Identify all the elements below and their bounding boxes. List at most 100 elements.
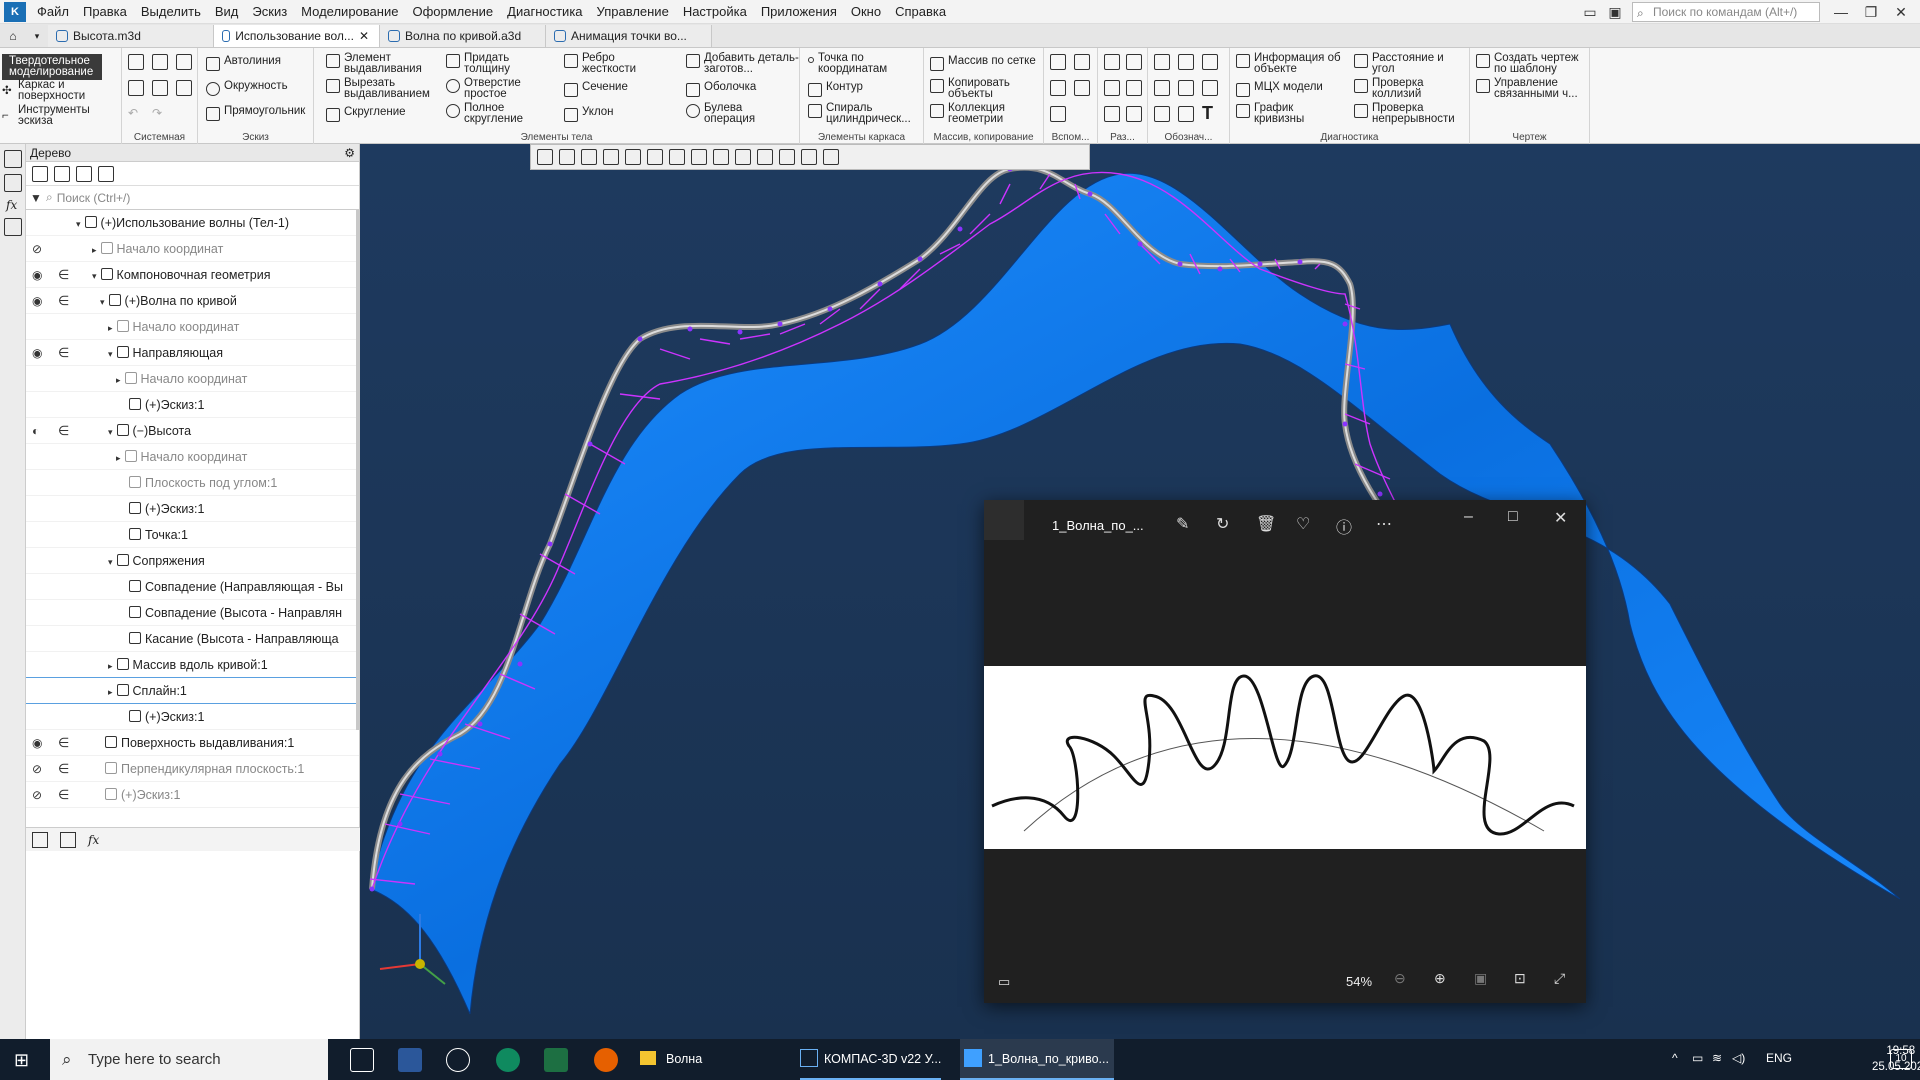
orient-icon[interactable] xyxy=(537,149,553,165)
thicken-button[interactable]: Придать толщину xyxy=(446,52,536,75)
info-icon[interactable]: ⓘ xyxy=(1336,514,1352,538)
fillet-button[interactable]: Скругление xyxy=(326,106,406,122)
symbol-icon[interactable] xyxy=(1178,106,1194,122)
chain-dim-icon[interactable] xyxy=(1126,106,1142,122)
redo-icon[interactable]: ↷ xyxy=(152,106,162,120)
print-icon[interactable] xyxy=(128,80,144,96)
tree-item[interactable]: ⊘ ∈ (+)Эскиз:1 xyxy=(26,782,359,808)
collapse-arrow-icon[interactable]: ▾ xyxy=(100,297,105,307)
properties-panel-icon[interactable] xyxy=(4,174,22,192)
distance-angle-button[interactable]: Расстояние и угол xyxy=(1354,52,1464,75)
close-tab-icon[interactable]: ✕ xyxy=(359,25,369,47)
expand-arrow-icon[interactable]: ▸ xyxy=(116,375,121,385)
windows-start-icon[interactable]: ⊞ xyxy=(14,1050,29,1071)
maximize-button[interactable]: □ xyxy=(1508,508,1518,526)
task-view-icon[interactable] xyxy=(350,1048,374,1072)
tree-item[interactable]: ▸ Массив вдоль кривой:1 xyxy=(26,652,359,678)
continuity-check-button[interactable]: Проверка непрерывности xyxy=(1354,102,1468,125)
helix-button[interactable]: Спираль цилиндрическ... xyxy=(808,102,922,125)
preview-icon[interactable] xyxy=(152,80,168,96)
tree-item[interactable]: ▸ Начало координат xyxy=(26,366,359,392)
filter-view-icon[interactable] xyxy=(779,149,795,165)
excel-icon[interactable] xyxy=(544,1048,568,1072)
command-search-input[interactable]: ⌕ Поиск по командам (Alt+/) xyxy=(1632,2,1820,22)
offset-plane-icon[interactable] xyxy=(1050,80,1066,96)
more-icon[interactable]: ⋯ xyxy=(1376,514,1392,534)
autoline-button[interactable]: Автолиния xyxy=(206,55,281,71)
edge-icon[interactable] xyxy=(496,1048,520,1072)
menu-item[interactable]: Управление xyxy=(590,0,676,24)
add-blank-button[interactable]: Добавить деталь-заготов... xyxy=(686,52,800,75)
expand-arrow-icon[interactable]: ▸ xyxy=(116,453,121,463)
minimize-button[interactable]: — xyxy=(1826,0,1856,24)
display-style-icon[interactable] xyxy=(647,149,663,165)
tree-filter-icon[interactable] xyxy=(98,165,114,182)
favorite-icon[interactable]: ♡ xyxy=(1296,514,1310,534)
screen-icon[interactable]: ▣ xyxy=(1600,0,1630,24)
shell-button[interactable]: Оболочка xyxy=(686,81,756,97)
variables-tab-icon[interactable]: fx xyxy=(88,833,99,847)
roughness-icon[interactable] xyxy=(1178,54,1194,70)
leader-icon[interactable] xyxy=(1154,54,1170,70)
expand-arrow-icon[interactable]: ▸ xyxy=(108,323,113,333)
properties-icon[interactable] xyxy=(176,80,192,96)
open-icon[interactable] xyxy=(152,54,168,70)
tabs-dropdown-icon[interactable]: ▾ xyxy=(26,25,48,47)
filmstrip-icon[interactable]: ▭ xyxy=(998,974,1010,990)
tree-links-icon[interactable] xyxy=(76,165,92,182)
gallery-icon[interactable] xyxy=(984,500,1024,540)
tree-item[interactable]: Совпадение (Высота - Направлян xyxy=(26,600,359,626)
tree-item[interactable]: Плоскость под углом:1 xyxy=(26,470,359,496)
tree-item[interactable]: (+)Эскиз:1 xyxy=(26,704,359,730)
rotate-icon[interactable]: ↻ xyxy=(1216,514,1229,534)
zoom-icon[interactable] xyxy=(559,149,575,165)
undo-icon[interactable]: ↶ xyxy=(128,106,138,120)
create-drawing-button[interactable]: Создать чертеж по шаблону xyxy=(1476,52,1586,75)
collapse-arrow-icon[interactable]: ▾ xyxy=(92,271,97,281)
eye-icon[interactable]: ◉ xyxy=(32,730,48,756)
plane-icon[interactable] xyxy=(1050,54,1066,70)
tab-document[interactable]: Высота.m3d xyxy=(48,25,214,47)
close-button[interactable]: ✕ xyxy=(1554,508,1567,528)
menu-item[interactable]: Настройка xyxy=(676,0,754,24)
taskbar-search[interactable]: ⌕ Type here to search xyxy=(50,1039,328,1080)
eye-icon[interactable]: ◉ xyxy=(32,288,48,314)
snap-icon[interactable] xyxy=(801,149,817,165)
layers-view-icon[interactable] xyxy=(757,149,773,165)
menu-item[interactable]: Выделить xyxy=(134,0,208,24)
home-icon[interactable]: ⌂ xyxy=(0,25,26,47)
settings-gear-icon[interactable]: ⚙ xyxy=(344,144,355,162)
menu-item[interactable]: Приложения xyxy=(754,0,844,24)
arc-dim-icon[interactable] xyxy=(1104,106,1120,122)
full-fillet-button[interactable]: Полное скругление xyxy=(446,102,536,125)
thread-icon[interactable] xyxy=(1202,80,1218,96)
tab-document[interactable]: Использование вол... ✕ xyxy=(214,25,380,47)
include-icon[interactable]: ∈ xyxy=(58,340,72,366)
tree-item[interactable]: ◉ ∈ ▾ Компоновочная геометрия xyxy=(26,262,359,288)
include-icon[interactable]: ∈ xyxy=(58,756,72,782)
tree-item[interactable]: ◐ ∈ ▾ (−)Высота xyxy=(26,418,359,444)
collapse-arrow-icon[interactable]: ▾ xyxy=(108,557,113,567)
fit-icon[interactable]: ▣ xyxy=(1474,970,1487,987)
weld-icon[interactable] xyxy=(1154,106,1170,122)
copy-objects-button[interactable]: Копировать объекты xyxy=(930,77,1030,100)
tree-item[interactable]: (+)Эскиз:1 xyxy=(26,392,359,418)
include-icon[interactable]: ∈ xyxy=(58,262,72,288)
language-indicator[interactable]: ENG xyxy=(1766,1051,1792,1065)
tree-build-order-icon[interactable] xyxy=(54,165,70,182)
tree-item[interactable]: Точка:1 xyxy=(26,522,359,548)
curvature-graph-button[interactable]: График кривизны xyxy=(1236,102,1336,125)
settings-icon[interactable] xyxy=(446,1048,470,1072)
tolerance-icon[interactable] xyxy=(1154,80,1170,96)
network-icon[interactable]: ▭ xyxy=(1692,1051,1703,1065)
new-document-icon[interactable] xyxy=(128,54,144,70)
tab-document[interactable]: Анимация точки во... xyxy=(546,25,712,47)
tree-tab-icon[interactable] xyxy=(32,831,48,848)
hide-icon[interactable] xyxy=(669,149,685,165)
tree-structure-icon[interactable] xyxy=(32,165,48,182)
tree-item[interactable]: ▸ Начало координат xyxy=(26,444,359,470)
tab-document[interactable]: Волна по кривой.a3d xyxy=(380,25,546,47)
rib-button[interactable]: Ребро жесткости xyxy=(564,52,644,75)
tree-item[interactable]: Совпадение (Направляющая - Вы xyxy=(26,574,359,600)
include-icon[interactable]: ∈ xyxy=(58,288,72,314)
